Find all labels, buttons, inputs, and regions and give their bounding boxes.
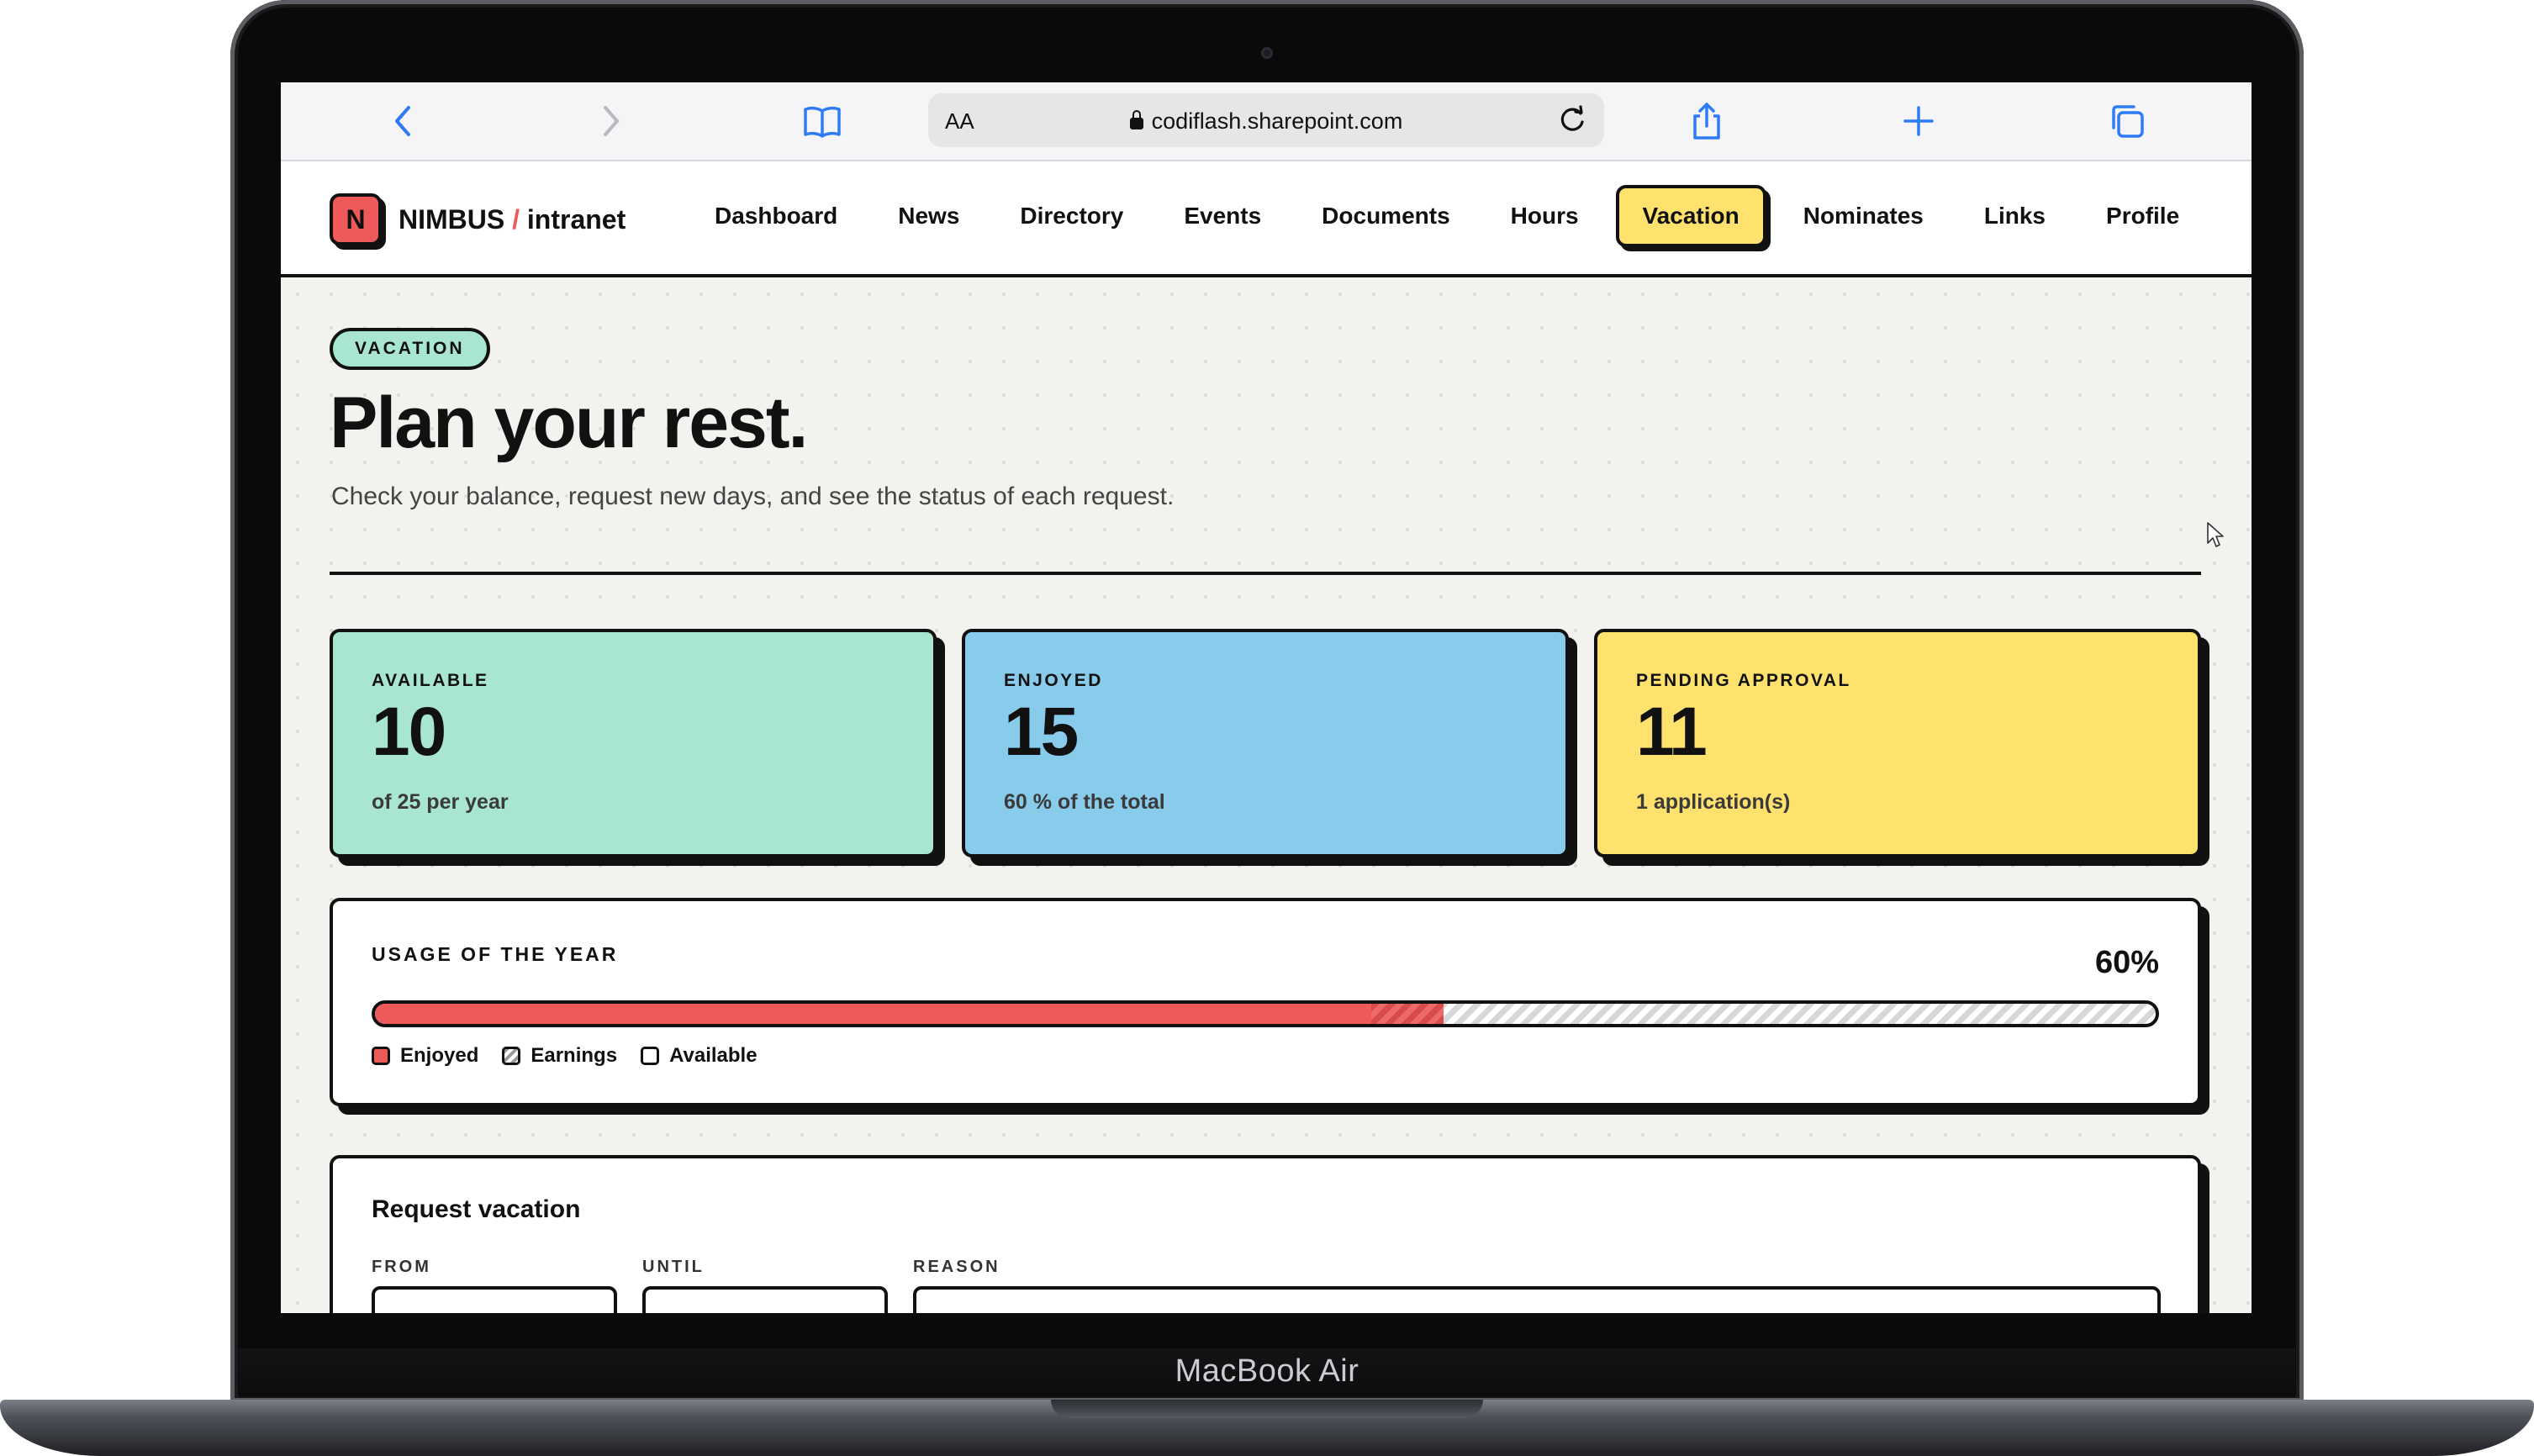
reason-field[interactable]: [913, 1286, 2161, 1313]
nav-profile[interactable]: Profile: [2076, 185, 2209, 247]
request-vacation-card: Request vacation FROM UNTIL REASON: [330, 1155, 2201, 1313]
brand-product: intranet: [526, 203, 626, 235]
stat-pending-approval: PENDING APPROVAL 11 1 application(s): [1594, 629, 2201, 857]
nav-documents[interactable]: Documents: [1291, 185, 1480, 247]
nav-vacation[interactable]: Vacation: [1615, 185, 1766, 247]
legend-label: Available: [669, 1044, 758, 1067]
stat-note: of 25 per year: [372, 790, 509, 814]
back-button[interactable]: [382, 99, 425, 143]
chevron-right-icon: [604, 106, 619, 136]
legend-label: Enjoyed: [400, 1044, 479, 1067]
brand[interactable]: N NIMBUS / intranet: [330, 193, 626, 245]
brand-separator: /: [512, 203, 520, 235]
stat-value: 11: [1636, 694, 1708, 770]
legend-earnings: Earnings: [502, 1044, 617, 1068]
stat-enjoyed: ENJOYED 15 60 % of the total: [962, 629, 1569, 857]
nav-nominates[interactable]: Nominates: [1773, 185, 1954, 247]
brand-name: NIMBUS / intranet: [399, 204, 626, 235]
screen: AA codiflash.sharepoint.com N NIMBUS / i…: [281, 82, 2252, 1313]
tabs-button[interactable]: [2105, 99, 2149, 143]
stat-value: 10: [372, 694, 446, 770]
usage-percent: 60%: [2094, 945, 2159, 980]
laptop-notch: [1051, 1400, 1483, 1418]
request-title: Request vacation: [372, 1195, 581, 1223]
page-subtitle: Check your balance, request new days, an…: [331, 483, 1175, 510]
share-icon: [1693, 103, 1720, 140]
chevron-left-icon: [395, 106, 410, 136]
device-label: MacBook Air: [1175, 1353, 1359, 1389]
forward-button[interactable]: [589, 99, 632, 143]
mouse-cursor-icon: [2207, 522, 2224, 547]
page-title: Plan your rest.: [330, 382, 808, 463]
browser-toolbar: AA codiflash.sharepoint.com: [281, 82, 2252, 161]
stat-available: AVAILABLE 10 of 25 per year: [330, 629, 937, 857]
legend-swatch: [372, 1047, 390, 1065]
reason-label: REASON: [913, 1258, 1000, 1276]
legend-enjoyed: Enjoyed: [372, 1044, 478, 1068]
tabs-icon: [2112, 105, 2144, 138]
section-pill: VACATION: [330, 328, 490, 370]
stat-label: PENDING APPROVAL: [1636, 671, 1851, 690]
until-label: UNTIL: [642, 1258, 705, 1276]
stat-label: AVAILABLE: [372, 671, 489, 690]
usage-legend: Enjoyed Earnings Available: [372, 1044, 781, 1068]
bookmarks-button[interactable]: [800, 99, 844, 143]
legend-label: Earnings: [531, 1044, 618, 1067]
from-date-field[interactable]: [372, 1286, 617, 1313]
book-icon: [804, 106, 841, 138]
new-tab-button[interactable]: [1897, 99, 1940, 143]
legend-swatch: [641, 1047, 660, 1065]
stat-value: 15: [1004, 694, 1079, 770]
brand-company: NIMBUS: [399, 203, 505, 235]
address-bar[interactable]: AA codiflash.sharepoint.com: [928, 93, 1604, 147]
usage-progress-hatch: [1370, 1004, 1444, 1024]
nav-dashboard[interactable]: Dashboard: [684, 185, 868, 247]
camera-icon: [1261, 47, 1273, 59]
stat-note: 1 application(s): [1636, 790, 1791, 814]
usage-title: USAGE OF THE YEAR: [372, 943, 619, 965]
share-button[interactable]: [1685, 99, 1729, 143]
divider: [330, 572, 2201, 575]
nav-hours[interactable]: Hours: [1481, 185, 1609, 247]
usage-card: USAGE OF THE YEAR 60% Enjoyed Earnings A…: [330, 898, 2201, 1106]
url-text: codiflash.sharepoint.com: [1151, 108, 1403, 134]
stat-note: 60 % of the total: [1004, 790, 1165, 814]
nav-events[interactable]: Events: [1153, 185, 1291, 247]
from-label: FROM: [372, 1258, 431, 1276]
plus-icon: [1903, 106, 1934, 136]
stat-label: ENJOYED: [1004, 671, 1103, 690]
lock-icon: [1129, 110, 1143, 129]
usage-progress-fill: [375, 1004, 1444, 1024]
nav-links[interactable]: Links: [1954, 185, 2076, 247]
legend-available: Available: [641, 1044, 758, 1068]
usage-progress-bar: [372, 1000, 2159, 1027]
until-date-field[interactable]: [642, 1286, 888, 1313]
nav-news[interactable]: News: [868, 185, 990, 247]
nav-directory[interactable]: Directory: [990, 185, 1153, 247]
logo: N: [330, 193, 382, 245]
legend-swatch: [502, 1047, 521, 1065]
page-content: VACATION Plan your rest. Check your bala…: [281, 277, 2252, 1313]
reload-icon[interactable]: [1555, 103, 1589, 137]
main-nav: Dashboard News Directory Events Document…: [684, 185, 2209, 247]
site-header: N NIMBUS / intranet Dashboard News Direc…: [281, 161, 2252, 277]
